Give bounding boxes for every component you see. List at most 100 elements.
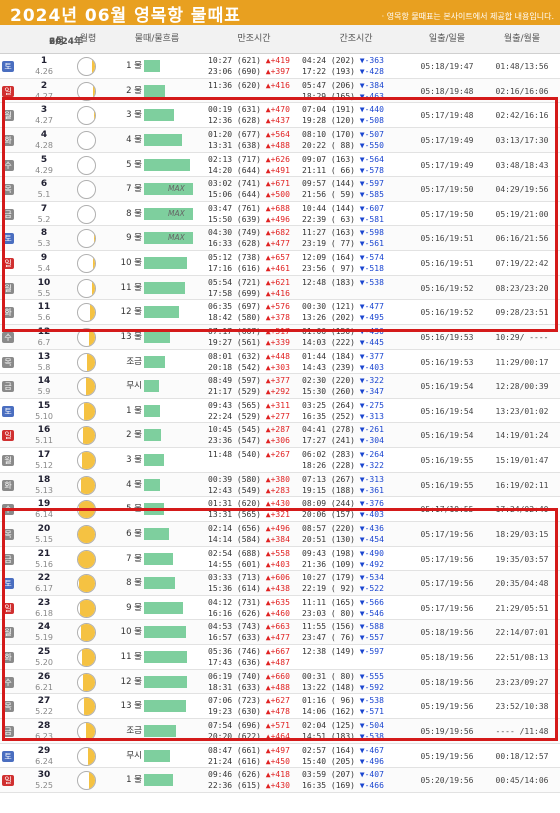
mul-label: 3 물 (126, 455, 142, 465)
lunar-date: 5.10 (35, 411, 53, 421)
weekday-badge: 목 (2, 184, 14, 196)
mul-label: 11 물 (120, 282, 142, 293)
moon-phase-icon (77, 549, 96, 569)
sunrise-sunset: 05:18/19:47 (420, 62, 474, 71)
high-tide: 01:31 (620) ▲+430 13:31 (565) ▲+321 (208, 498, 300, 520)
low-tide-2: 21:36 (109) ▼-492 (302, 559, 384, 569)
high-tide: 00:19 (631) ▲+470 12:36 (628) ▲+437 (208, 104, 300, 126)
high-tide-1: 00:39 (580) ▲+380 (208, 474, 290, 484)
high-tide-2: 13:31 (565) ▲+321 (208, 510, 290, 520)
column-header: 2024年 6月 월령 물때/물흐름 만조시간 간조시간 일출/일몰 월출/월몰 (0, 25, 560, 54)
col-high: 만조시간 (237, 34, 271, 44)
moon-lit-portion (80, 624, 95, 642)
flow-bar (144, 552, 173, 565)
moon-lit-portion (94, 131, 95, 149)
high-tide-2: 19:23 (630) ▲+478 (208, 707, 290, 717)
max-label: MAX (168, 184, 185, 194)
high-tide-2: 13:31 (638) ▲+488 (208, 140, 290, 150)
high-tide-2: 15:06 (644) ▲+500 (208, 190, 290, 200)
low-tide: 10:44 (144) ▼-607 22:39 ( 63) ▼-581 (302, 203, 410, 225)
flow-bar (144, 109, 174, 122)
solar-day: 12 (37, 326, 51, 337)
mul-label: 7 물 (126, 184, 142, 195)
mul-label: 12 물 (120, 676, 142, 687)
mul-label: 3 물 (126, 110, 142, 121)
sunrise-sunset: 05:17/19:48 (420, 111, 474, 121)
moon-phase-icon (77, 451, 96, 470)
weekday-badge: 수 (2, 504, 14, 516)
low-tide-1: 10:44 (144) ▼-607 (302, 203, 384, 213)
moon-phase-icon (77, 475, 96, 495)
moon-lit-portion (92, 82, 95, 100)
sunrise-sunset: 05:16/19:51 (420, 259, 474, 268)
high-tide: 10:27 (621) ▲+419 23:06 (690) ▲+397 (208, 55, 300, 77)
solar-day: 25 (37, 647, 51, 657)
lunar-date: 5.5 (37, 288, 51, 298)
low-tide: 01:16 ( 96) ▼-538 14:06 (162) ▼-571 (302, 695, 410, 717)
moonrise-moonset: 12:28/00:39 (495, 382, 549, 392)
high-tide-1: 10:45 (545) ▲+287 (208, 425, 290, 435)
moonrise-moonset: 03:48/18:43 (495, 160, 549, 170)
mul-label: 2 물 (126, 430, 142, 441)
solar-day: 26 (37, 671, 51, 682)
low-tide-1: 11:27 (163) ▼-598 (302, 228, 384, 238)
sunrise-sunset: 05:16/19:52 (420, 283, 474, 293)
sunrise-sunset: 05:18/19:56 (420, 653, 474, 662)
flow-bar (144, 158, 190, 171)
table-row: 화 4 4.28 4 물 01:20 (677) ▲+564 13:31 (638) ▲+… (0, 127, 560, 153)
table-row: 금 28 6.23 조금 07:54 (696) ▲+571 20:20 (622) ▲+… (0, 718, 560, 744)
moon-phase-icon (77, 500, 96, 520)
solar-day: 24 (37, 622, 51, 633)
high-tide-1: 11:36 (620) ▲+416 (208, 80, 290, 90)
sunrise-sunset: 05:17/19:56 (420, 579, 474, 589)
solar-day: 15 (37, 400, 51, 411)
high-tide-2: 16:33 (628) ▲+477 (208, 239, 290, 249)
moonrise-moonset: 01:48/13:56 (495, 62, 549, 71)
high-tide-1: 02:13 (717) ▲+626 (208, 154, 290, 164)
table-row: 토 22 6.17 8 물 03:33 (713) ▲+606 15:36 (614) ▲… (0, 571, 560, 596)
moon-phase-icon (77, 155, 96, 175)
moonrise-moonset: 07:19/22:42 (495, 259, 549, 268)
lunar-date: 4.27 (35, 91, 53, 101)
table-row: 금 7 5.2 8 물 MAX 03:47 (761) ▲+688 15:50 (639) … (0, 201, 560, 227)
high-tide-1: 03:47 (761) ▲+688 (208, 203, 290, 213)
high-tide-1: 05:36 (746) ▲+667 (208, 647, 290, 656)
moonrise-moonset: 18:29/03:15 (495, 529, 549, 539)
low-tide-2: 20:06 (157) ▼-403 (302, 510, 384, 520)
lunar-date: 4.27 (35, 116, 53, 126)
weekday-badge: 월 (2, 110, 14, 122)
solar-day: 13 (37, 351, 51, 362)
high-tide: 08:47 (661) ▲+497 21:24 (616) ▲+450 (208, 745, 300, 767)
table-row: 월 3 4.27 3 물 00:19 (631) ▲+470 12:36 (628) ▲+… (0, 103, 560, 128)
low-tide-1: 11:55 (156) ▼-588 (302, 622, 384, 632)
table-row: 일 9 5.4 10 물 05:12 (738) ▲+657 17:16 (616) ▲+… (0, 251, 560, 276)
high-tide: 03:02 (741) ▲+671 15:06 (644) ▲+500 (208, 178, 300, 200)
table-row: 수 5 4.29 5 물 02:13 (717) ▲+626 14:20 (644) ▲+… (0, 152, 560, 178)
high-tide-2: 22:24 (529) ▲+277 (208, 411, 290, 421)
table-row: 수 19 6.14 5 물 01:31 (620) ▲+430 13:31 (565) ▲… (0, 497, 560, 522)
high-tide-2: 19:27 (561) ▲+339 (208, 337, 290, 347)
solar-day: 29 (37, 745, 51, 756)
high-tide: 10:45 (545) ▲+287 23:36 (547) ▲+306 (208, 424, 300, 446)
low-tide-1: 08:10 (170) ▼-507 (302, 129, 384, 139)
low-tide: 09:43 (198) ▼-490 21:36 (109) ▼-492 (302, 548, 410, 570)
low-tide: 12:38 (149) ▼-597 (302, 646, 410, 657)
lunar-date: 5.12 (35, 461, 53, 470)
flow-bar (144, 626, 186, 639)
flow-bar (144, 774, 173, 787)
low-tide: 03:59 (207) ▼-407 16:35 (169) ▼-466 (302, 769, 410, 791)
high-tide-1: 01:20 (677) ▲+564 (208, 129, 290, 139)
high-tide-2: 21:24 (616) ▲+450 (208, 756, 290, 766)
high-tide-1: 08:49 (597) ▲+377 (208, 376, 290, 386)
col-date-month: 6月 (49, 37, 65, 47)
table-row: 금 14 5.9 무시 08:49 (597) ▲+377 21:17 (529) ▲+2… (0, 374, 560, 399)
moon-phase-icon (77, 426, 96, 446)
low-tide: 02:57 (164) ▼-467 15:40 (205) ▼-496 (302, 745, 410, 767)
table-row: 일 23 6.18 9 물 04:12 (731) ▲+635 16:16 (626) ▲… (0, 595, 560, 621)
flow-bar (144, 429, 161, 442)
flow-bar (144, 601, 183, 614)
col-mul: 물때/물흐름 (134, 34, 180, 44)
solar-day: 9 (40, 253, 48, 263)
low-tide: 02:04 (125) ▼-504 14:51 (183) ▼-538 (302, 720, 410, 742)
lunar-date: 5.15 (35, 534, 53, 544)
